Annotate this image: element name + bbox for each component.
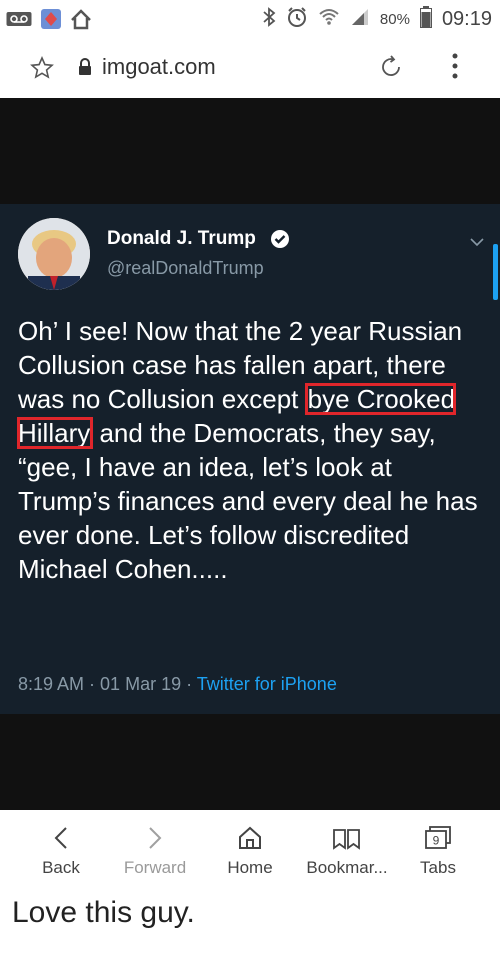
separator: · [181, 674, 197, 694]
clock: 09:19 [441, 8, 492, 30]
tab-count: 9 [433, 834, 440, 848]
avatar[interactable] [18, 218, 90, 290]
tabs-label: Tabs [420, 858, 456, 877]
star-icon[interactable] [30, 56, 54, 85]
tweet-text: Oh’ I see! Now that the 2 year Russian C… [16, 314, 488, 586]
tweet-time: 8:19 AM [18, 674, 85, 694]
reload-icon[interactable] [378, 54, 404, 85]
signal-icon [350, 7, 370, 32]
handle[interactable]: @realDonaldTrump [107, 258, 264, 279]
tweet-date: 01 Mar 19 [100, 674, 182, 694]
display-name[interactable]: Donald J. Trump [107, 228, 256, 250]
chevron-left-icon [54, 810, 68, 850]
chevron-right-icon [148, 810, 162, 850]
back-button[interactable]: Back [28, 810, 94, 888]
bookmarks-label: Bookmar... [306, 858, 388, 877]
battery-icon [419, 6, 432, 33]
home-label: Home [227, 858, 273, 877]
forward-button[interactable]: Forward [112, 810, 198, 888]
bookmarks-icon [332, 810, 362, 850]
voicemail-icon [6, 11, 32, 32]
shield-app-icon [40, 8, 62, 35]
home-icon [238, 810, 262, 850]
bookmarks-button[interactable]: Bookmar... [296, 810, 398, 888]
lock-icon [78, 58, 92, 81]
verified-badge-icon [270, 229, 290, 254]
tweet-card: Donald J. Trump @realDonaldTrump Oh’ I s… [0, 204, 500, 714]
caption-text: Love this guy. [12, 896, 195, 929]
browser-bottom-nav: Back Forward Home Bookmar... 9 Tabs [0, 810, 500, 888]
back-label: Back [42, 858, 80, 877]
alarm-icon [286, 6, 308, 33]
browser-address-bar: imgoat.com [0, 36, 500, 98]
tabs-button[interactable]: 9 Tabs [410, 810, 466, 888]
more-vert-icon[interactable] [451, 52, 459, 85]
tabs-icon: 9 [423, 810, 453, 850]
separator: · [84, 674, 101, 694]
home-app-icon [70, 8, 92, 35]
status-bar: 80% 09:19 [0, 0, 500, 36]
forward-label: Forward [123, 858, 187, 877]
bluetooth-icon [262, 7, 276, 32]
chevron-down-icon[interactable] [470, 234, 484, 252]
tweet-meta: 8:19 AM · 01 Mar 19 · Twitter for iPhone [18, 674, 337, 695]
page-dark-area-bottom [0, 714, 500, 810]
wifi-icon [318, 6, 340, 33]
tweet-source-link[interactable]: Twitter for iPhone [197, 674, 337, 694]
home-button[interactable]: Home [216, 810, 284, 888]
url-text[interactable]: imgoat.com [102, 54, 216, 80]
page-dark-area-top [0, 98, 500, 204]
battery-percent: 80% [379, 11, 410, 28]
scrollbar[interactable] [493, 244, 498, 300]
